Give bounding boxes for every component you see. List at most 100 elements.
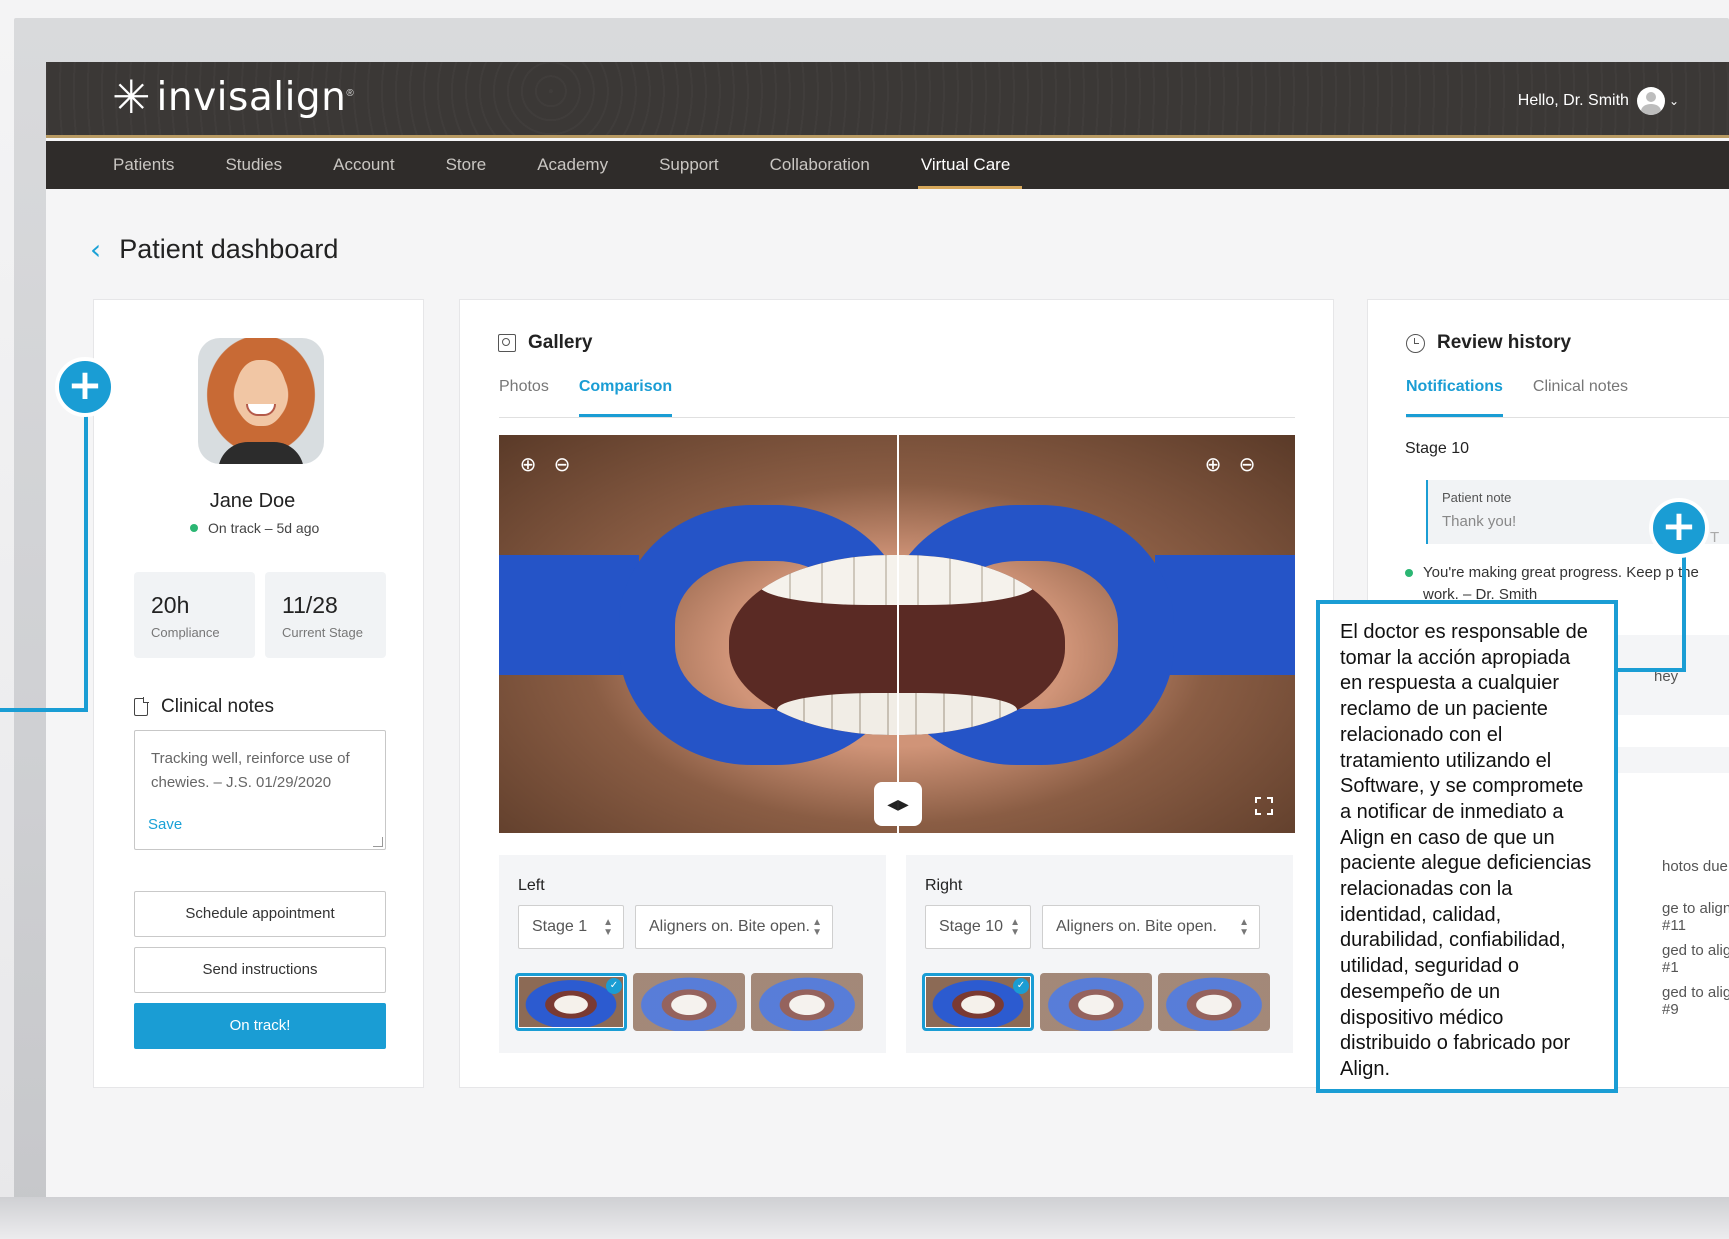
fullscreen-corner bbox=[1255, 809, 1261, 815]
patient-status-text: On track – 5d ago bbox=[208, 520, 320, 536]
patient-status: On track – 5d ago bbox=[190, 520, 319, 536]
brand-name: invisalign bbox=[156, 74, 347, 120]
right-view-select[interactable]: Aligners on. Bite open. ▲ ▼ bbox=[1042, 905, 1260, 949]
invisalign-logo[interactable]: ✳ invisalign ® bbox=[112, 74, 354, 120]
retractor-left-bar bbox=[499, 555, 639, 675]
zoom-out-icon[interactable]: ⊖ bbox=[1236, 453, 1258, 475]
image-icon bbox=[498, 334, 516, 352]
right-thumbnail-3[interactable] bbox=[1158, 973, 1270, 1031]
right-view-value: Aligners on. Bite open. bbox=[1056, 918, 1217, 935]
split-drag-handle[interactable]: ◀▶ bbox=[874, 782, 922, 826]
fullscreen-corner bbox=[1267, 797, 1273, 803]
nav-item-support[interactable]: Support bbox=[659, 141, 719, 189]
current-stage-value: 11/28 bbox=[282, 592, 338, 618]
fullscreen-corner bbox=[1255, 797, 1261, 803]
right-stage-select[interactable]: Stage 10 ▲ ▼ bbox=[925, 905, 1031, 949]
right-panel: Right Stage 10 ▲ ▼ Aligners on. Bite open… bbox=[906, 855, 1293, 1053]
patient-note-cut-text: T bbox=[1710, 529, 1720, 546]
clinical-notes-title: Clinical notes bbox=[161, 696, 274, 717]
callout-connector bbox=[0, 708, 88, 712]
callout-connector bbox=[1616, 668, 1686, 672]
right-panel-title: Right bbox=[925, 877, 963, 894]
disclaimer-text: El doctor es responsable de tomar la acc… bbox=[1340, 621, 1592, 1080]
zoom-out-icon[interactable]: ⊖ bbox=[551, 453, 573, 475]
main-nav: Patients Studies Account Store Academy S… bbox=[46, 141, 1729, 189]
zoom-in-icon[interactable]: ⊕ bbox=[517, 453, 539, 475]
notification-photos-due: hotos due bbox=[1662, 858, 1728, 875]
patient-profile-card: Jane Doe On track – 5d ago 20h Complianc… bbox=[93, 299, 424, 1088]
tab-photos[interactable]: Photos bbox=[499, 378, 549, 417]
monitor-base bbox=[0, 1197, 1729, 1239]
resize-handle-icon[interactable] bbox=[373, 837, 383, 847]
nav-item-store[interactable]: Store bbox=[446, 141, 487, 189]
gallery-tabs: Photos Comparison bbox=[499, 378, 1295, 418]
clinical-notes-textarea[interactable]: Tracking well, reinforce use of chewies.… bbox=[134, 730, 386, 850]
chevron-down-icon: ⌄ bbox=[1668, 94, 1679, 108]
gallery-title: Gallery bbox=[528, 332, 593, 353]
greeting-text: Hello, Dr. Smith bbox=[1517, 92, 1629, 109]
page-header: ‹ Patient dashboard bbox=[90, 233, 338, 266]
save-link[interactable]: Save bbox=[148, 816, 182, 833]
compliance-label: Compliance bbox=[151, 625, 220, 640]
on-track-button[interactable]: On track! bbox=[134, 1003, 386, 1049]
history-clock-icon bbox=[1406, 333, 1425, 353]
left-thumbnail-3[interactable] bbox=[751, 973, 863, 1031]
page-title: Patient dashboard bbox=[119, 234, 339, 264]
left-view-select[interactable]: Aligners on. Bite open. ▲ ▼ bbox=[635, 905, 833, 949]
user-avatar-icon bbox=[1636, 87, 1665, 115]
registered-mark: ® bbox=[346, 88, 354, 99]
disclaimer-callout: El doctor es responsable de tomar la acc… bbox=[1316, 600, 1618, 1093]
tab-comparison[interactable]: Comparison bbox=[578, 378, 673, 417]
patient-photo bbox=[198, 338, 324, 464]
back-chevron-icon[interactable]: ‹ bbox=[90, 233, 101, 266]
nav-item-patients[interactable]: Patients bbox=[113, 141, 174, 189]
callout-connector bbox=[84, 410, 88, 712]
right-thumbnail-2[interactable] bbox=[1040, 973, 1152, 1031]
notification-aligner-1: ged to aligner #1 bbox=[1662, 942, 1729, 976]
schedule-appointment-button[interactable]: Schedule appointment bbox=[134, 891, 386, 937]
compliance-stat: 20h Compliance bbox=[134, 572, 255, 658]
nav-item-account[interactable]: Account bbox=[333, 141, 394, 189]
left-plus-callout-icon[interactable]: + bbox=[55, 357, 115, 417]
current-stage-stat: 11/28 Current Stage bbox=[265, 572, 386, 658]
clinical-notes-heading: Clinical notes bbox=[134, 696, 274, 718]
review-history-title: Review history bbox=[1437, 332, 1572, 353]
left-stage-value: Stage 1 bbox=[532, 918, 588, 935]
check-icon: ✓ bbox=[606, 978, 622, 994]
right-thumbnail-1[interactable]: ✓ bbox=[922, 973, 1034, 1031]
zoom-in-icon[interactable]: ⊕ bbox=[1202, 453, 1224, 475]
sort-arrows-icon: ▲ ▼ bbox=[812, 917, 822, 938]
check-icon: ✓ bbox=[1013, 978, 1029, 994]
left-stage-select[interactable]: Stage 1 ▲ ▼ bbox=[518, 905, 624, 949]
comparison-divider[interactable] bbox=[897, 435, 899, 833]
tab-clinical-notes[interactable]: Clinical notes bbox=[1533, 378, 1628, 417]
clinical-notes-text: Tracking well, reinforce use of chewies.… bbox=[151, 750, 350, 791]
nav-item-virtual-care[interactable]: Virtual Care bbox=[917, 141, 1023, 189]
retractor-right-bar bbox=[1155, 555, 1295, 675]
user-menu[interactable]: Hello, Dr. Smith ⌄ bbox=[1518, 87, 1679, 115]
document-icon bbox=[134, 697, 149, 716]
review-history-heading: Review history bbox=[1406, 332, 1571, 354]
tab-notifications[interactable]: Notifications bbox=[1406, 378, 1503, 417]
left-thumbnail-2[interactable] bbox=[633, 973, 745, 1031]
gallery-card: Gallery Photos Comparison ⊕ ⊖ ⊕ ⊖ ◀▶ Lef… bbox=[459, 299, 1334, 1088]
left-panel: Left Stage 1 ▲ ▼ Aligners on. Bite open. … bbox=[499, 855, 886, 1053]
send-instructions-button[interactable]: Send instructions bbox=[134, 947, 386, 993]
fullscreen-icon[interactable] bbox=[1255, 797, 1273, 815]
comparison-viewer[interactable]: ⊕ ⊖ ⊕ ⊖ ◀▶ bbox=[499, 435, 1295, 833]
right-plus-callout-icon[interactable]: + bbox=[1649, 498, 1709, 558]
sort-arrows-icon: ▲ ▼ bbox=[1239, 917, 1249, 938]
nav-item-academy[interactable]: Academy bbox=[537, 141, 608, 189]
compliance-value: 20h bbox=[151, 592, 190, 618]
callout-connector bbox=[1682, 556, 1686, 672]
nav-item-collaboration[interactable]: Collaboration bbox=[770, 141, 870, 189]
doctor-message-line1: You're making great progress. Keep bbox=[1423, 564, 1662, 581]
notification-aligner-11: ge to aligner #11 bbox=[1662, 900, 1729, 934]
patient-name: Jane Doe bbox=[209, 490, 296, 512]
left-thumbnail-1[interactable]: ✓ bbox=[515, 973, 627, 1031]
patient-face bbox=[236, 360, 286, 426]
patient-shirt bbox=[218, 442, 304, 464]
current-stage-label: Current Stage bbox=[282, 625, 363, 640]
nav-item-studies[interactable]: Studies bbox=[225, 141, 282, 189]
review-tabs: Notifications Clinical notes bbox=[1406, 378, 1729, 418]
